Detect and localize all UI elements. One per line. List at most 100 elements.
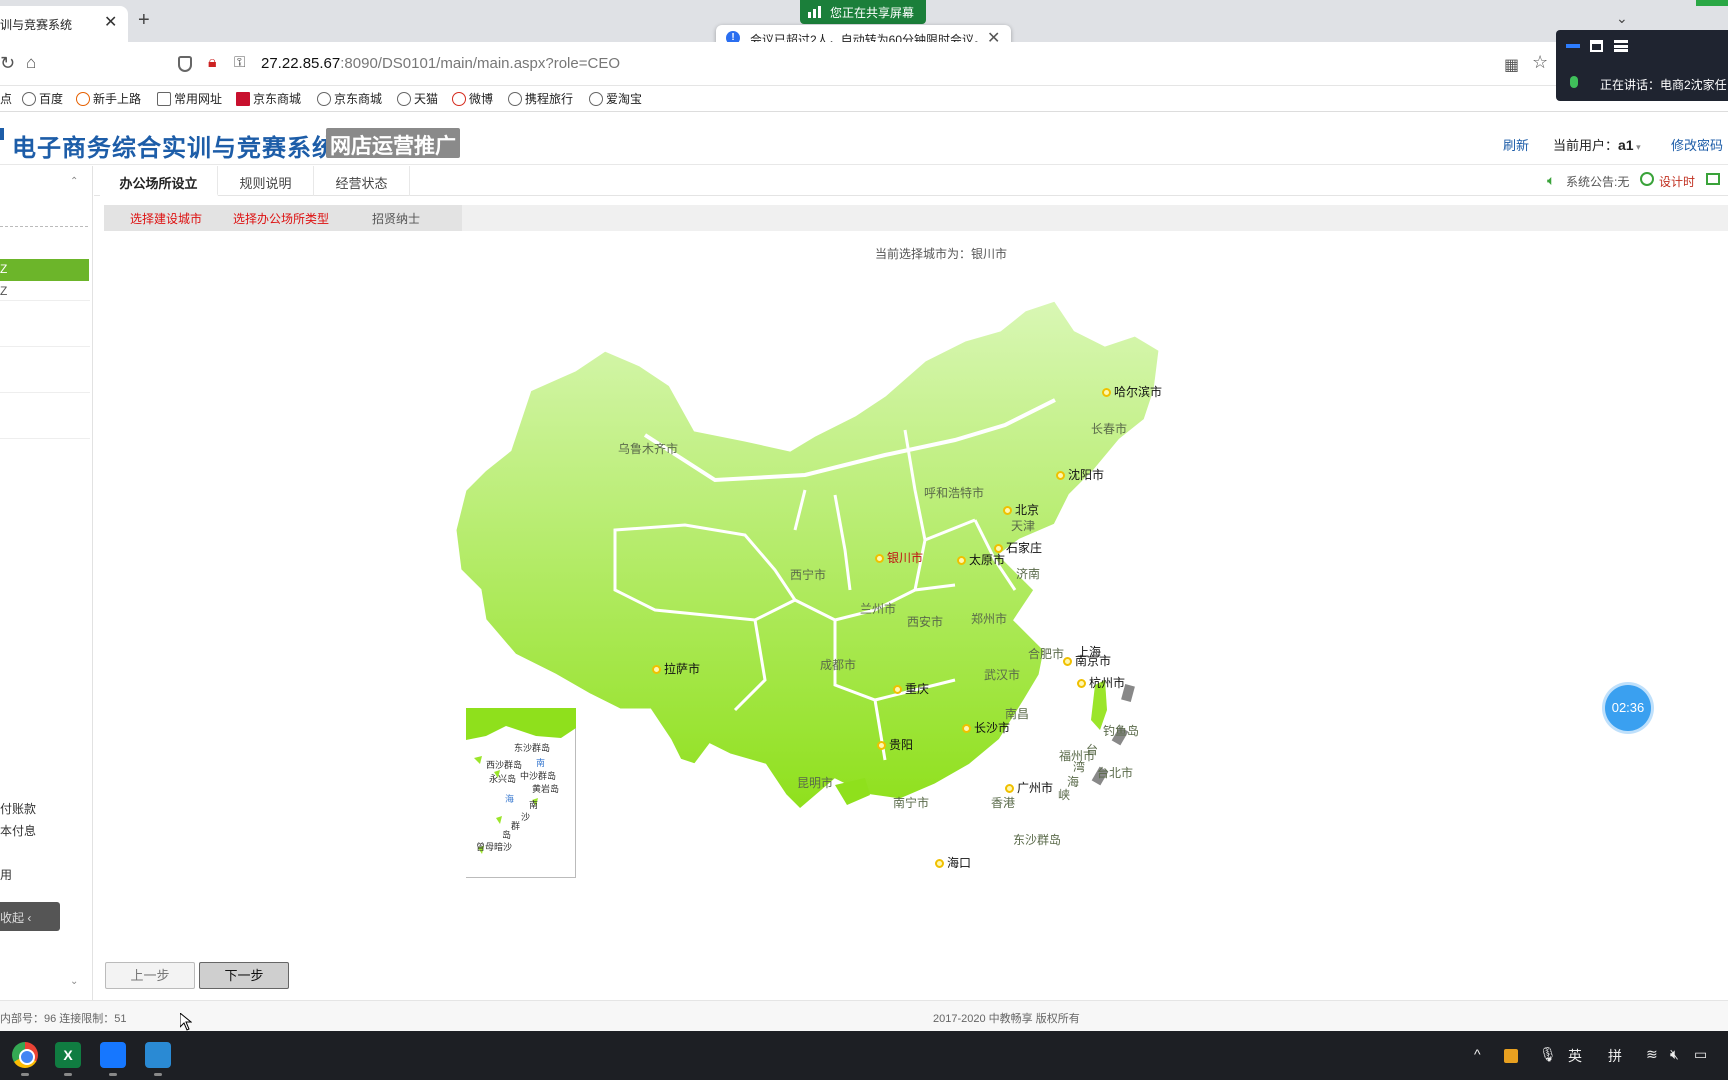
map-label: 天津 — [1011, 519, 1036, 533]
inset-label: 海 — [505, 794, 515, 804]
bookmark-item[interactable]: 爱淘宝 — [589, 90, 642, 107]
map-label: 成都市 — [820, 658, 857, 672]
running-indicator — [109, 1073, 117, 1076]
inset-label: 西沙群岛 — [486, 760, 523, 770]
current-user-menu[interactable]: 当前用户：a1 ▾ — [1553, 135, 1641, 154]
shield-icon[interactable] — [178, 56, 192, 72]
map-city-shenyang[interactable]: 沈阳市 — [1056, 466, 1104, 483]
map-city-chongqing[interactable]: 重庆 — [893, 680, 929, 697]
sidebar-item[interactable]: Z — [0, 284, 7, 298]
map-city-hangzhou[interactable]: 杭州市 — [1077, 674, 1125, 691]
ime-mode[interactable]: 拼 — [1608, 1046, 1622, 1066]
wifi-icon[interactable]: ≋ — [1646, 1046, 1658, 1063]
next-step-button[interactable]: 下一步 — [199, 962, 289, 989]
sidebar-divider — [0, 392, 90, 393]
bookmark-item[interactable]: 携程旅行 — [508, 90, 573, 107]
tab-business-status[interactable]: 经营状态 — [314, 166, 410, 196]
chevron-left-icon: ‹ — [24, 911, 32, 925]
url-field[interactable]: 27.22.85.67:8090/DS0101/main/main.aspx?r… — [261, 55, 620, 72]
battery-icon[interactable]: ▭ — [1694, 1046, 1707, 1063]
logo-mark — [0, 128, 4, 140]
scroll-up-icon[interactable]: ⌃ — [70, 176, 78, 187]
city-label: 贵阳 — [889, 738, 914, 752]
bookmark-item[interactable]: 点 — [0, 90, 12, 107]
map-label: 兰州市 — [860, 602, 897, 616]
system-subtitle-badge: 网店运营推广 — [326, 128, 460, 158]
city-marker-icon — [875, 554, 884, 563]
volume-icon[interactable]: 🔇︎ — [1670, 1046, 1679, 1063]
minimize-icon[interactable] — [1566, 44, 1580, 48]
map-label: 钓鱼岛 — [1103, 724, 1140, 738]
map-city-yinchuan[interactable]: 银川市 — [875, 549, 923, 566]
refresh-link[interactable]: 刷新 — [1503, 135, 1529, 154]
bookmark-label: 京东商城 — [334, 92, 383, 106]
menu-icon[interactable] — [1614, 40, 1628, 52]
home-icon[interactable]: ⌂ — [26, 53, 36, 73]
city-marker-icon — [877, 741, 886, 750]
excel-app-icon[interactable]: X — [55, 1042, 81, 1068]
map-city-harbin[interactable]: 哈尔滨市 — [1102, 383, 1162, 400]
change-password-link[interactable]: 修改密码 — [1671, 135, 1723, 154]
map-city-changsha[interactable]: 长沙市 — [962, 719, 1010, 736]
map-label: 西安市 — [907, 615, 944, 629]
current-user-name: a1 — [1618, 137, 1634, 153]
scroll-down-icon[interactable]: ⌄ — [70, 976, 78, 987]
sidebar-item-selected[interactable]: Z — [0, 259, 89, 281]
mouse-cursor-icon — [180, 1013, 192, 1031]
key-icon[interactable]: ⚿ — [234, 54, 245, 71]
sidebar-collapse-button[interactable]: 收起 ‹ — [0, 902, 60, 931]
city-marker-icon — [893, 685, 902, 694]
window-icon[interactable] — [1590, 40, 1603, 52]
inset-label: 南 — [536, 758, 546, 768]
city-label: 哈尔滨市 — [1114, 385, 1163, 399]
map-label: 郑州市 — [971, 612, 1008, 626]
new-tab-icon[interactable]: + — [138, 9, 150, 32]
step-select-office-type[interactable]: 选择办公场所类型 — [233, 210, 329, 227]
map-city-guiyang[interactable]: 贵阳 — [877, 736, 913, 753]
tab-office-setup[interactable]: 办公场所设立 — [100, 166, 218, 196]
insecure-lock-icon[interactable]: 🔒︎ — [208, 54, 217, 72]
map-label: 南宁市 — [893, 796, 930, 810]
sidebar-item[interactable]: 付账款 — [0, 800, 36, 817]
inset-label: 曾母暗沙 — [476, 842, 513, 852]
meeting-timer-bubble[interactable]: 02:36 — [1605, 685, 1651, 731]
sidebar — [0, 166, 93, 1000]
bookmark-item[interactable]: 常用网址 — [157, 90, 222, 107]
bookmark-item[interactable]: 百度 — [22, 90, 63, 107]
map-city-beijing[interactable]: 北京 — [1003, 501, 1039, 518]
city-label: 北京 — [1015, 503, 1040, 517]
map-city-haikou[interactable]: 海口 — [935, 854, 971, 871]
microphone-icon[interactable]: 🎙︎ — [1539, 1046, 1557, 1063]
map-city-taiyuan[interactable]: 太原市 — [957, 551, 1005, 568]
bookmark-item[interactable]: 京东商城 — [317, 90, 382, 107]
design-time-label: 设计时 — [1659, 175, 1696, 189]
bookmark-item[interactable]: 微博 — [452, 90, 493, 107]
chrome-app-icon[interactable] — [12, 1042, 38, 1068]
tab-list-chevron-icon[interactable]: ⌄ — [1616, 10, 1628, 27]
ime-language[interactable]: 英 — [1568, 1046, 1582, 1066]
bookmark-item[interactable]: 新手上路 — [76, 90, 141, 107]
url-path: :8090/DS0101/main/main.aspx?role=CEO — [340, 55, 620, 72]
notepad-app-icon[interactable] — [145, 1042, 171, 1068]
tray-app-icon[interactable] — [1504, 1049, 1518, 1063]
qr-code-icon[interactable]: ▦ — [1504, 55, 1519, 75]
reload-icon[interactable]: ↻ — [0, 53, 15, 74]
tab-rules[interactable]: 规则说明 — [218, 166, 314, 196]
previous-step-button[interactable]: 上一步 — [105, 962, 195, 989]
tray-overflow-icon[interactable]: ^ — [1474, 1046, 1481, 1062]
bookmark-item[interactable]: 天猫 — [397, 90, 438, 107]
bookmark-star-icon[interactable]: ☆ — [1532, 52, 1548, 73]
tab-close-icon[interactable]: ✕ — [104, 12, 117, 32]
inset-label: 东沙群岛 — [514, 743, 551, 753]
sidebar-item[interactable]: 用 — [0, 866, 12, 883]
meeting-app-icon[interactable] — [100, 1042, 126, 1068]
bookmark-label: 爱淘宝 — [606, 92, 643, 106]
map-city-nanjing[interactable]: 南京市 — [1063, 652, 1111, 669]
bookmark-item[interactable]: 京东商城 — [236, 90, 301, 107]
url-host: 27.22.85.67 — [261, 55, 341, 72]
map-city-lhasa[interactable]: 拉萨市 — [652, 660, 700, 677]
step-select-city[interactable]: 选择建设城市 — [130, 210, 202, 227]
globe-icon — [508, 92, 522, 106]
sidebar-item[interactable]: 本付息 — [0, 822, 36, 839]
step-recruit[interactable]: 招贤纳士 — [372, 210, 420, 227]
